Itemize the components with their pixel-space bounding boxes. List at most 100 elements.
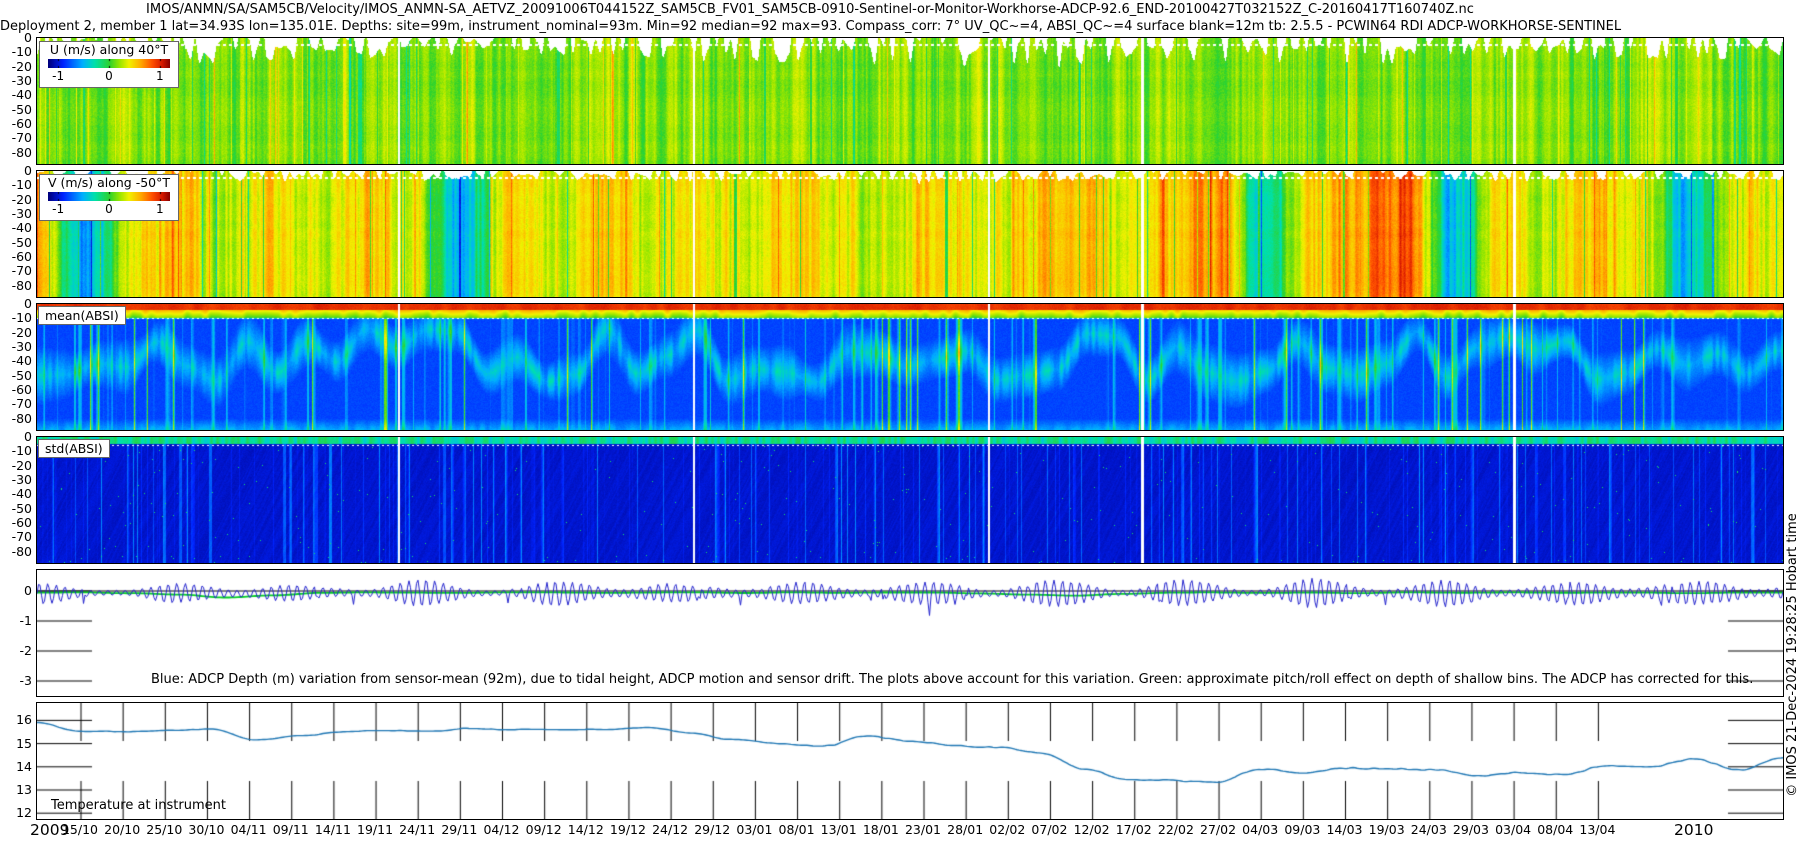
- ytick-label: -3: [2, 674, 32, 687]
- date-label: 04/03: [1238, 822, 1282, 837]
- date-label: 24/12: [648, 822, 692, 837]
- temperature-plot: [37, 703, 1783, 819]
- ytick-label: -30: [2, 74, 32, 87]
- ytick-label: -20: [2, 459, 32, 472]
- std-absi-label: std(ABSI): [38, 439, 110, 458]
- date-label: 19/11: [353, 822, 397, 837]
- colorbar-tick-label: 1: [148, 69, 172, 83]
- date-label: 03/01: [732, 822, 776, 837]
- date-label: 04/12: [480, 822, 524, 837]
- colorbar-tick-label: -1: [46, 69, 70, 83]
- u-legend-title: U (m/s) along 40°T: [40, 42, 178, 58]
- ytick-label: -50: [2, 502, 32, 515]
- ytick-label: -70: [2, 131, 32, 144]
- depth-variation-note: Blue: ADCP Depth (m) variation from sens…: [151, 672, 1753, 687]
- mean-absi-heatmap: [37, 304, 1783, 430]
- ytick-label: -30: [2, 340, 32, 353]
- date-label: 09/12: [522, 822, 566, 837]
- ytick-label: -30: [2, 473, 32, 486]
- panel-depth-variation: Blue: ADCP Depth (m) variation from sens…: [36, 569, 1784, 697]
- date-label: 02/02: [985, 822, 1029, 837]
- panel-std-absi: std(ABSI): [36, 436, 1784, 564]
- ytick-label: 0: [2, 584, 32, 597]
- panel-v-velocity: V (m/s) along -50°T -1 0 1: [36, 170, 1784, 298]
- ytick-label: -10: [2, 444, 32, 457]
- date-label: 13/01: [817, 822, 861, 837]
- date-label: 15/10: [58, 822, 102, 837]
- ytick-label: -40: [2, 487, 32, 500]
- u-colorbar: [48, 59, 170, 68]
- ytick-label: 15: [2, 737, 32, 750]
- ytick-label: -50: [2, 236, 32, 249]
- ytick-label: -40: [2, 221, 32, 234]
- ytick-label: 0: [2, 430, 32, 443]
- date-label: 14/03: [1323, 822, 1367, 837]
- ytick-label: -40: [2, 88, 32, 101]
- date-label: 09/03: [1280, 822, 1324, 837]
- std-absi-heatmap: [37, 437, 1783, 563]
- ytick-label: -60: [2, 516, 32, 529]
- ytick-label: -60: [2, 383, 32, 396]
- colorbar-tick-label: 1: [148, 202, 172, 216]
- ytick-label: -10: [2, 178, 32, 191]
- date-label: 19/12: [606, 822, 650, 837]
- date-label: 28/01: [943, 822, 987, 837]
- date-label: 27/02: [1196, 822, 1240, 837]
- ytick-label: -10: [2, 45, 32, 58]
- date-label: 22/02: [1154, 822, 1198, 837]
- mean-absi-label: mean(ABSI): [38, 306, 126, 325]
- ytick-label: -80: [2, 279, 32, 292]
- date-label: 29/12: [690, 822, 734, 837]
- date-label: 18/01: [859, 822, 903, 837]
- ytick-label: 12: [2, 806, 32, 819]
- v-velocity-heatmap: [37, 171, 1783, 297]
- adcp-figure: IMOS/ANMN/SA/SAM5CB/Velocity/IMOS_ANMN-S…: [0, 0, 1800, 850]
- date-label: 12/02: [1070, 822, 1114, 837]
- ytick-label: -40: [2, 354, 32, 367]
- date-label: 08/01: [775, 822, 819, 837]
- date-label: 08/04: [1533, 822, 1577, 837]
- ytick-label: -50: [2, 369, 32, 382]
- colorbar-tick-label: -1: [46, 202, 70, 216]
- date-label: 25/10: [142, 822, 186, 837]
- date-label: 09/11: [269, 822, 313, 837]
- date-label: 24/11: [395, 822, 439, 837]
- ytick-label: 0: [2, 297, 32, 310]
- temperature-label: Temperature at instrument: [51, 798, 226, 813]
- date-label: 13/04: [1575, 822, 1619, 837]
- date-label: 24/03: [1407, 822, 1451, 837]
- ytick-label: -20: [2, 60, 32, 73]
- ytick-label: 16: [2, 713, 32, 726]
- date-label: 07/02: [1027, 822, 1071, 837]
- v-legend-title: V (m/s) along -50°T: [40, 175, 178, 191]
- u-colorbar-legend: U (m/s) along 40°T -1 0 1: [39, 41, 179, 88]
- panel-temperature: Temperature at instrument: [36, 702, 1784, 820]
- v-colorbar-legend: V (m/s) along -50°T -1 0 1: [39, 174, 179, 221]
- ytick-label: -20: [2, 193, 32, 206]
- ytick-label: -80: [2, 545, 32, 558]
- figure-title: IMOS/ANMN/SA/SAM5CB/Velocity/IMOS_ANMN-S…: [0, 2, 1620, 17]
- ytick-label: -60: [2, 117, 32, 130]
- date-label: 04/11: [227, 822, 271, 837]
- ytick-label: -70: [2, 530, 32, 543]
- ytick-label: -10: [2, 311, 32, 324]
- colorbar-tick-label: 0: [97, 69, 121, 83]
- ytick-label: -1: [2, 614, 32, 627]
- date-label: 20/10: [100, 822, 144, 837]
- v-colorbar: [48, 192, 170, 201]
- ytick-label: -80: [2, 146, 32, 159]
- ytick-label: -2: [2, 644, 32, 657]
- ytick-label: 0: [2, 31, 32, 44]
- figure-subtitle: Deployment 2, member 1 lat=34.93S lon=13…: [0, 19, 1620, 34]
- date-label: 29/11: [437, 822, 481, 837]
- ytick-label: -20: [2, 326, 32, 339]
- imos-watermark: © IMOS 21-Dec-2024 19:28:25 Hobart time: [1785, 375, 1799, 850]
- date-label: 14/11: [311, 822, 355, 837]
- panel-u-velocity: U (m/s) along 40°T -1 0 1: [36, 37, 1784, 165]
- date-label: 14/12: [564, 822, 608, 837]
- date-label: 03/04: [1491, 822, 1535, 837]
- date-label: 19/03: [1365, 822, 1409, 837]
- colorbar-tick-label: 0: [97, 202, 121, 216]
- date-label: 30/10: [184, 822, 228, 837]
- ytick-label: -60: [2, 250, 32, 263]
